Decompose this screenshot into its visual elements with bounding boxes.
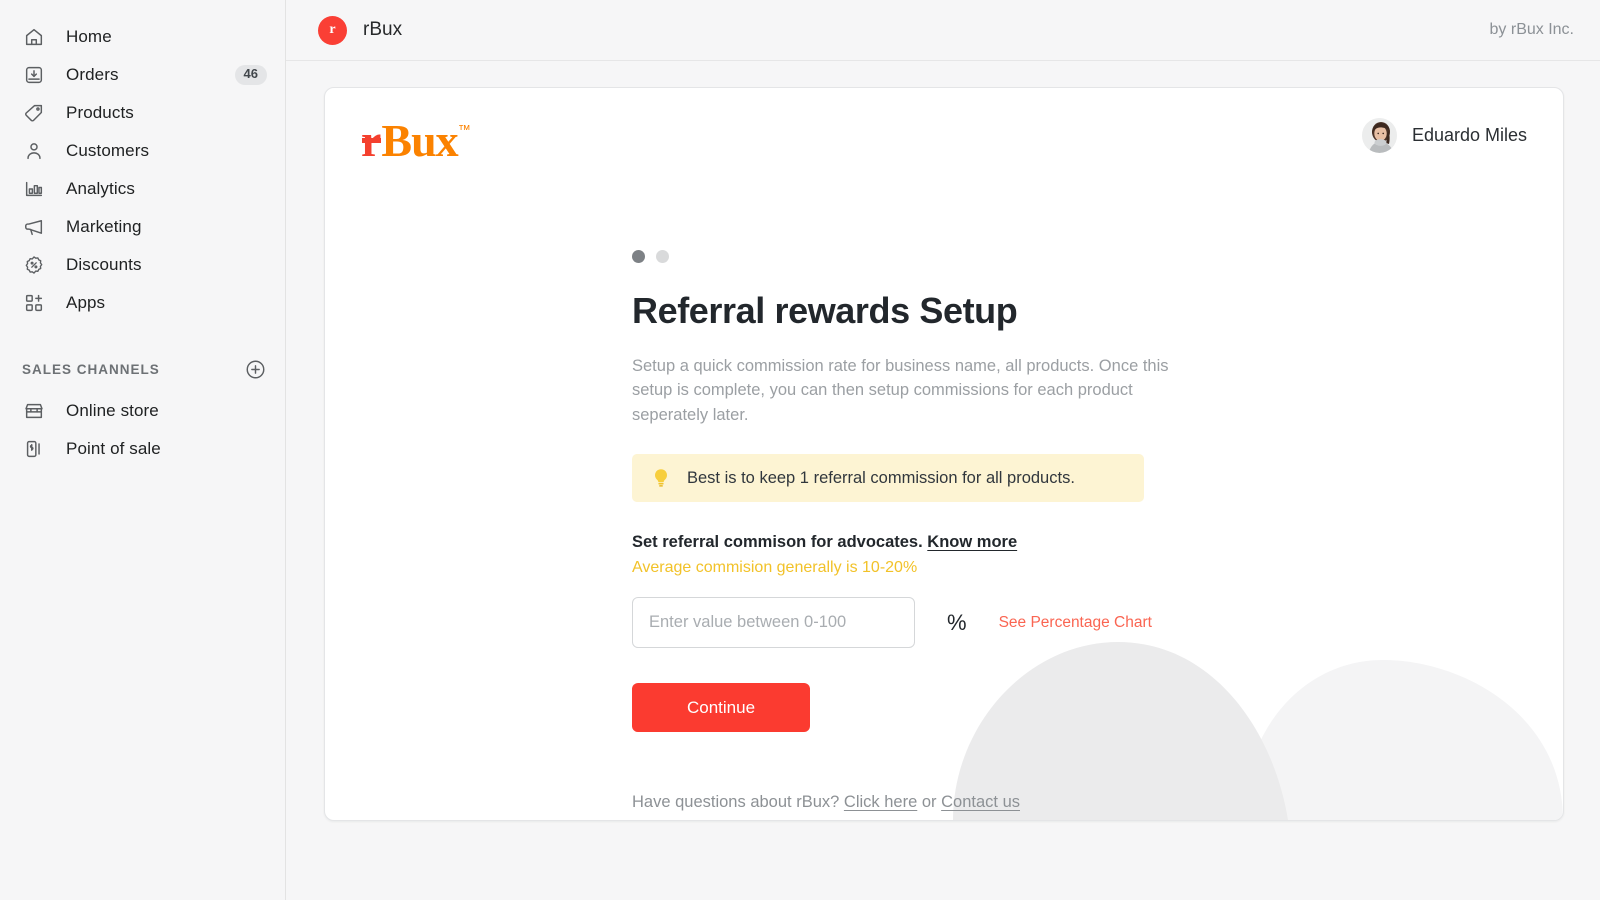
home-icon [22, 25, 46, 49]
sidebar-item-marketing[interactable]: Marketing [8, 208, 277, 246]
setup-content: Referral rewards Setup Setup a quick com… [325, 164, 1563, 733]
sidebar-item-label: Customers [66, 141, 150, 160]
bar-chart-icon [22, 177, 46, 201]
continue-button[interactable]: Continue [632, 683, 810, 733]
sidebar-item-discounts[interactable]: Discounts [8, 246, 277, 284]
logo-letter-r: r [361, 115, 381, 166]
sidebar-item-online-store[interactable]: Online store [8, 392, 277, 430]
discount-badge-icon [22, 253, 46, 277]
setup-card: rBux ™ Eduardo Miles Referral rewards Se… [324, 87, 1564, 821]
lightbulb-icon [652, 468, 670, 488]
orders-count-badge: 46 [234, 65, 267, 85]
sales-channels-title: SALES CHANNELS [22, 361, 160, 377]
main-area: r rBux by rBux Inc. rBux ™ Eduardo Miles… [286, 0, 1600, 900]
see-percentage-chart-link[interactable]: See Percentage Chart [999, 614, 1152, 632]
sidebar-item-label: Online store [66, 401, 159, 420]
rbux-logo-icon: r [318, 15, 347, 45]
sidebar-item-label: Home [66, 27, 112, 46]
commission-label-text: Set referral commison for advocates. [632, 533, 923, 552]
sidebar-item-label: Analytics [66, 179, 135, 198]
plus-circle-icon[interactable] [244, 358, 267, 381]
sidebar-item-label: Marketing [66, 217, 142, 236]
sidebar-item-label: Orders [66, 65, 119, 84]
sidebar-item-label: Discounts [66, 255, 142, 274]
sidebar: Home Orders 46 Products Customers Analyt… [0, 0, 286, 900]
step-dot-1[interactable] [632, 250, 645, 263]
byline: by rBux Inc. [1489, 21, 1574, 38]
sidebar-item-analytics[interactable]: Analytics [8, 170, 277, 208]
pos-icon [22, 437, 46, 461]
canvas: rBux ™ Eduardo Miles Referral rewards Se… [286, 61, 1600, 900]
page-title: Referral rewards Setup [632, 290, 1018, 331]
avatar [1361, 118, 1397, 153]
percent-sign: % [947, 609, 967, 635]
app-name: rBux [363, 19, 403, 40]
card-footer: Have questions about rBux? Click here or… [325, 732, 1563, 812]
sidebar-item-point-of-sale[interactable]: Point of sale [8, 430, 277, 468]
average-commission-note: Average commision generally is 10-20% [632, 559, 918, 577]
commission-input-row: % See Percentage Chart [632, 597, 1563, 649]
sidebar-item-label: Apps [66, 293, 106, 312]
logo-letters-bux: Bux [381, 115, 458, 166]
sidebar-item-label: Point of sale [66, 439, 161, 458]
apps-grid-plus-icon [22, 291, 46, 315]
sidebar-item-label: Products [66, 103, 134, 122]
rbux-wordmark-logo: rBux ™ [361, 118, 471, 164]
know-more-link[interactable]: Know more [927, 533, 1017, 551]
app-brand[interactable]: r rBux [318, 15, 403, 45]
footer-question: Have questions about rBux? [632, 793, 840, 812]
sidebar-item-home[interactable]: Home [8, 18, 277, 56]
orders-icon [22, 63, 46, 87]
commission-label: Set referral commison for advocates. Kno… [632, 533, 1563, 552]
tip-text: Best is to keep 1 referral commission fo… [687, 468, 1075, 487]
tag-icon [22, 101, 46, 125]
sales-channels-header: SALES CHANNELS [8, 352, 277, 386]
click-here-link[interactable]: Click here [844, 793, 917, 811]
footer-joiner: or [921, 793, 937, 812]
tip-banner: Best is to keep 1 referral commission fo… [632, 454, 1144, 503]
sidebar-item-customers[interactable]: Customers [8, 132, 277, 170]
trademark-icon: ™ [457, 122, 471, 137]
user-name: Eduardo Miles [1411, 125, 1527, 145]
user-menu[interactable]: Eduardo Miles [1361, 118, 1527, 153]
step-indicator [632, 250, 1563, 263]
sidebar-item-apps[interactable]: Apps [8, 284, 277, 322]
commission-percent-input[interactable] [632, 597, 915, 649]
storefront-icon [22, 399, 46, 423]
person-icon [22, 139, 46, 163]
contact-us-link[interactable]: Contact us [941, 793, 1020, 811]
sidebar-item-products[interactable]: Products [8, 94, 277, 132]
step-dot-2[interactable] [656, 250, 669, 263]
sidebar-item-orders[interactable]: Orders 46 [8, 56, 277, 94]
megaphone-icon [22, 215, 46, 239]
card-header: rBux ™ Eduardo Miles [325, 88, 1563, 164]
app-root: Home Orders 46 Products Customers Analyt… [0, 0, 1600, 900]
page-description: Setup a quick commission rate for busine… [632, 357, 1169, 424]
app-topbar: r rBux by rBux Inc. [286, 0, 1600, 61]
